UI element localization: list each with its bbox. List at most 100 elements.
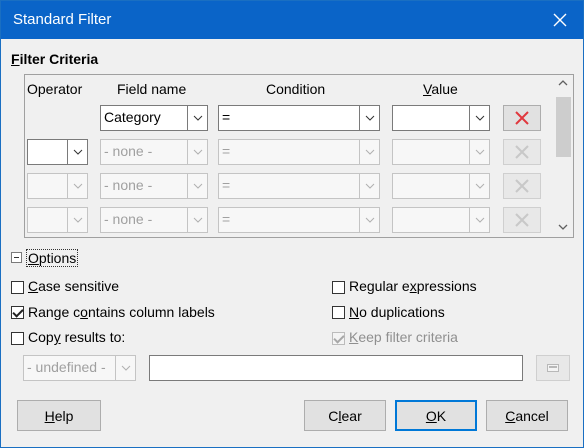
condition-value: =	[222, 211, 231, 227]
copy-target-input[interactable]	[149, 355, 523, 381]
no-duplications-checkbox[interactable]	[332, 306, 345, 319]
condition-select-2[interactable]: =	[218, 139, 380, 165]
field-name-value: - none -	[104, 177, 153, 193]
clear-rest: ear	[341, 407, 362, 424]
chevron-down-icon	[67, 140, 87, 164]
copy-results-checkbox[interactable]	[11, 332, 24, 345]
chevron-down-icon	[359, 106, 379, 130]
field-name-select-2[interactable]: - none -	[100, 139, 208, 165]
condition-value: =	[222, 109, 231, 125]
ok-button[interactable]: OK	[395, 400, 477, 431]
operator-value	[28, 140, 67, 164]
case-sensitive-checkbox[interactable]	[11, 281, 24, 294]
operator-select-4[interactable]	[27, 207, 88, 233]
keep-filter-criteria-label[interactable]: Keep filter criteria	[349, 329, 458, 345]
ok-mnemonic: O	[425, 407, 437, 424]
value-value	[393, 208, 469, 232]
field-name-select-1[interactable]: Category	[100, 105, 208, 131]
keep-filter-criteria-checkbox[interactable]	[332, 332, 345, 345]
value-value	[393, 174, 469, 198]
value-header: Value	[423, 81, 458, 97]
close-button[interactable]	[537, 1, 583, 39]
operator-value	[28, 174, 67, 198]
value-select-2[interactable]	[392, 139, 490, 165]
shrink-icon	[547, 364, 559, 372]
chevron-down-icon	[187, 140, 207, 164]
chevron-down-icon	[469, 140, 489, 164]
regular-expressions-label[interactable]: Regular expressions	[349, 278, 477, 294]
shrink-dialog-button[interactable]	[536, 355, 570, 381]
chevron-down-icon	[359, 208, 379, 232]
chevron-down-icon	[469, 208, 489, 232]
remove-condition-button-3[interactable]	[503, 173, 541, 199]
help-button[interactable]: Help	[17, 400, 101, 431]
chevron-down-icon	[187, 174, 207, 198]
cancel-button[interactable]: Cancel	[486, 400, 568, 431]
delete-x-icon	[515, 179, 529, 193]
operator-value	[28, 208, 67, 232]
condition-select-3[interactable]: =	[218, 173, 380, 199]
operator-header: Operator	[27, 81, 83, 97]
cancel-rest: ancel	[515, 407, 549, 424]
chevron-down-icon	[187, 106, 207, 130]
window-title: Standard Filter	[13, 11, 112, 28]
range-contains-labels-checkbox[interactable]	[11, 306, 24, 319]
value-value	[393, 140, 469, 164]
value-header-rest: alue	[431, 81, 458, 97]
operator-select-3[interactable]	[27, 173, 88, 199]
cancel-mnemonic: C	[505, 407, 516, 424]
condition-select-4[interactable]: =	[218, 207, 380, 233]
filter-criteria-mnemonic: F	[11, 51, 20, 67]
scrollbar-thumb[interactable]	[556, 97, 571, 157]
field-name-value: - none -	[104, 143, 153, 159]
field-name-select-3[interactable]: - none -	[100, 173, 208, 199]
field-name-header: Field name	[117, 81, 187, 97]
help-mnemonic: H	[44, 407, 55, 424]
copy-target-value: - undefined -	[27, 359, 106, 375]
condition-header: Condition	[266, 81, 326, 97]
value-select-1[interactable]	[392, 105, 490, 131]
filter-criteria-heading: Filter Criteria	[11, 51, 98, 67]
range-contains-labels-label[interactable]: Range contains column labels	[28, 304, 215, 320]
clear-first: C	[328, 407, 339, 424]
field-name-value: - none -	[104, 211, 153, 227]
options-mnemonic: O	[28, 250, 39, 266]
value-select-4[interactable]	[392, 207, 490, 233]
options-collapse-icon[interactable]	[11, 252, 22, 263]
delete-x-icon	[515, 111, 529, 125]
value-value	[393, 106, 469, 130]
no-duplications-label[interactable]: No duplications	[349, 304, 445, 320]
options-label-rest: ptions	[38, 250, 77, 266]
copy-target-select[interactable]: - undefined -	[23, 355, 136, 381]
chevron-down-icon	[67, 174, 87, 198]
scroll-up-icon[interactable]	[558, 79, 568, 87]
chevron-down-icon	[469, 106, 489, 130]
clear-button[interactable]: Cl ear	[304, 400, 386, 431]
delete-x-icon	[515, 213, 529, 227]
value-select-3[interactable]	[392, 173, 490, 199]
copy-results-label[interactable]: Copy results to:	[28, 329, 125, 345]
remove-condition-button-4[interactable]	[503, 207, 541, 233]
chevron-down-icon	[469, 174, 489, 198]
condition-select-1[interactable]: =	[218, 105, 380, 131]
options-expander[interactable]: Options	[26, 249, 79, 267]
field-name-value: Category	[104, 109, 161, 125]
chevron-down-icon	[359, 140, 379, 164]
close-icon	[553, 13, 567, 27]
chevron-down-icon	[187, 208, 207, 232]
condition-value: =	[222, 143, 231, 159]
ok-rest: K	[436, 407, 447, 424]
standard-filter-dialog: Standard Filter Filter Criteria Operator…	[0, 0, 584, 448]
field-name-select-4[interactable]: - none -	[100, 207, 208, 233]
operator-select-2[interactable]	[27, 139, 88, 165]
remove-condition-button-2[interactable]	[503, 139, 541, 165]
delete-x-icon	[515, 145, 529, 159]
chevron-down-icon	[359, 174, 379, 198]
remove-condition-button-1[interactable]	[503, 105, 541, 131]
scroll-down-icon[interactable]	[558, 223, 568, 231]
regular-expressions-checkbox[interactable]	[332, 281, 345, 294]
filter-criteria-rest: ilter Criteria	[19, 51, 99, 67]
chevron-down-icon	[115, 356, 135, 380]
case-sensitive-label[interactable]: Case sensitive	[28, 278, 119, 294]
chevron-down-icon	[67, 208, 87, 232]
